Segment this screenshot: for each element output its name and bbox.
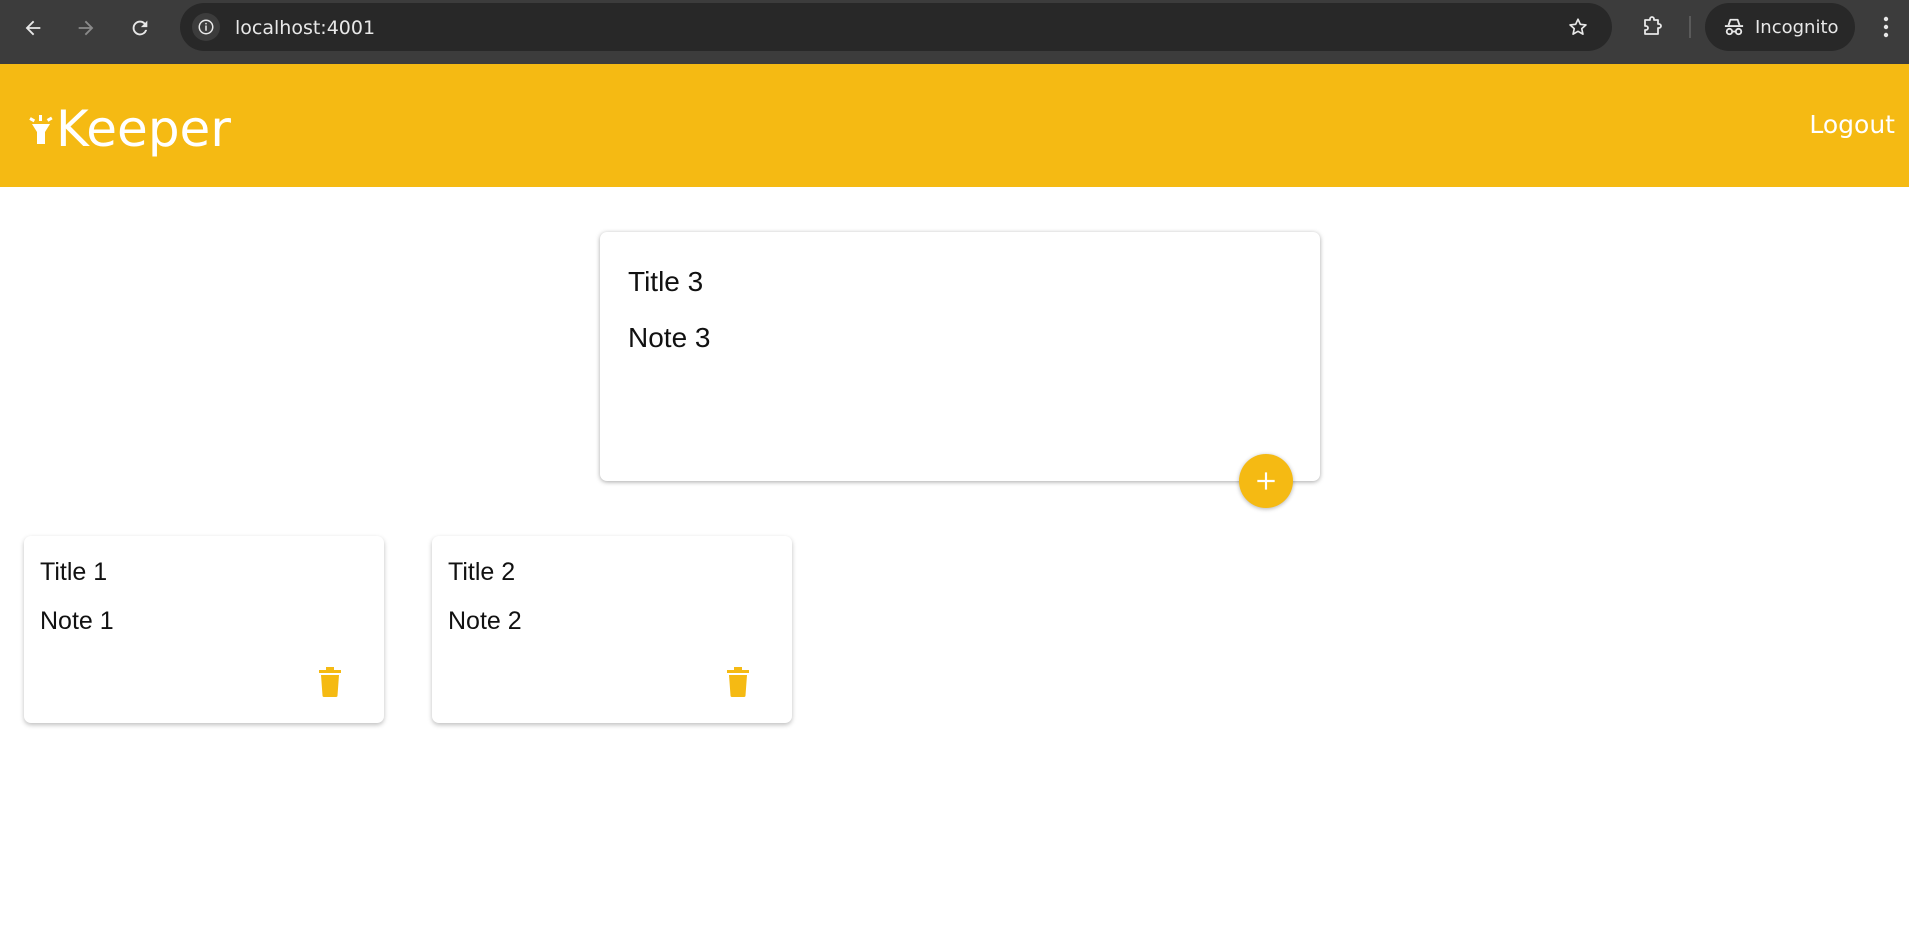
note-card: Title 2 Note 2 bbox=[432, 536, 792, 723]
extensions-icon bbox=[1644, 16, 1662, 35]
trash-icon bbox=[319, 667, 341, 697]
note-content: Note 2 bbox=[448, 607, 522, 635]
add-note-button[interactable] bbox=[1239, 454, 1293, 508]
note-title-input[interactable]: Title 3 bbox=[628, 266, 1288, 298]
note-content: Note 1 bbox=[40, 607, 114, 635]
note-title: Title 1 bbox=[40, 558, 108, 586]
app-title: Keeper bbox=[56, 100, 231, 158]
trash-icon bbox=[727, 667, 749, 697]
extensions-button[interactable] bbox=[1636, 11, 1668, 43]
app-header: Keeper Logout bbox=[0, 64, 1909, 187]
back-icon bbox=[25, 20, 41, 36]
toolbar-divider bbox=[1689, 16, 1691, 38]
delete-note-button[interactable] bbox=[722, 664, 754, 700]
plus-icon bbox=[1257, 472, 1275, 490]
create-note-form: Title 3 Note 3 bbox=[600, 232, 1320, 481]
forward-icon bbox=[78, 20, 94, 36]
kebab-menu-icon bbox=[1883, 16, 1889, 38]
browser-toolbar: localhost:4001 Incognito bbox=[0, 0, 1909, 54]
flashlight-icon bbox=[29, 115, 53, 144]
bookmark-button[interactable] bbox=[1564, 13, 1592, 41]
reload-icon bbox=[132, 20, 148, 36]
browser-menu-button[interactable] bbox=[1872, 11, 1900, 43]
bookmark-star-icon bbox=[1569, 18, 1587, 35]
url-text[interactable]: localhost:4001 bbox=[235, 17, 375, 39]
forward-button[interactable] bbox=[70, 12, 102, 44]
incognito-indicator[interactable]: Incognito bbox=[1705, 3, 1855, 51]
note-title: Title 2 bbox=[448, 558, 516, 586]
site-info-button[interactable] bbox=[192, 13, 220, 41]
logout-button[interactable]: Logout bbox=[1809, 110, 1895, 139]
incognito-label: Incognito bbox=[1755, 16, 1839, 38]
address-bar[interactable]: localhost:4001 bbox=[180, 3, 1612, 51]
back-button[interactable] bbox=[17, 12, 49, 44]
note-card: Title 1 Note 1 bbox=[24, 536, 384, 723]
site-info-icon bbox=[198, 19, 214, 35]
delete-note-button[interactable] bbox=[314, 664, 346, 700]
reload-button[interactable] bbox=[124, 12, 156, 44]
browser-chrome: localhost:4001 Incognito bbox=[0, 0, 1909, 64]
incognito-icon bbox=[1724, 18, 1744, 36]
note-content-textarea[interactable]: Note 3 bbox=[628, 322, 1288, 354]
brand: Keeper bbox=[28, 100, 231, 158]
